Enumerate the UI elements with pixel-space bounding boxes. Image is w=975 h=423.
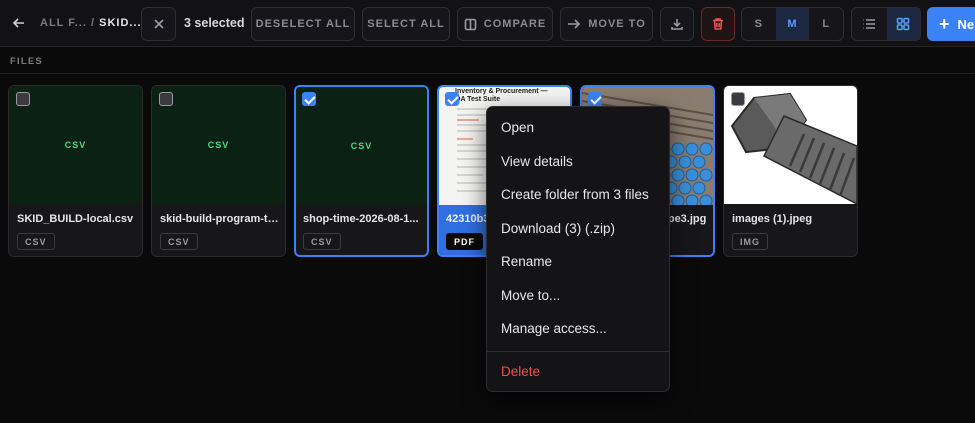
file-type-badge: CSV [17,233,55,250]
back-arrow-icon[interactable] [10,14,28,32]
thumbnail-size-group: S M L [741,7,844,41]
selected-count: 3 selected [184,16,245,30]
context-menu: Open View details Create folder from 3 f… [486,106,670,392]
plus-icon: + [939,14,950,34]
file-name: images (1).jpeg [732,213,813,225]
new-button-label: Ne [957,16,975,32]
move-to-button[interactable]: MOVE TO [560,7,653,41]
list-view-button[interactable] [852,8,887,40]
new-button[interactable]: + Ne [927,7,975,41]
list-icon [863,19,876,29]
menu-item-create-folder[interactable]: Create folder from 3 files [501,187,649,202]
close-icon [153,19,164,29]
size-large-button[interactable]: L [809,8,843,40]
file-card[interactable]: CSV skid-build-program-ta... CSV [151,85,286,257]
arrow-right-icon [568,19,581,29]
menu-item-view-details[interactable]: View details [501,154,573,169]
file-name: skid-build-program-ta... [160,213,280,225]
deselect-all-button[interactable]: DESELECT ALL [251,7,355,41]
select-checkbox[interactable] [445,92,459,106]
menu-item-delete[interactable]: Delete [501,364,540,379]
move-to-label: MOVE TO [588,18,646,30]
breadcrumb-current: SKID... [99,17,142,29]
breadcrumb-root[interactable]: ALL F... [40,17,87,29]
select-checkbox[interactable] [302,92,316,106]
clear-selection-button[interactable] [141,7,176,41]
breadcrumb-separator: / [90,17,96,29]
file-type-badge: CSV [160,233,198,250]
download-button[interactable] [660,7,694,41]
section-divider [0,73,975,74]
toolbar: ALL F... / SKID... 3 selected DESELECT A… [0,0,975,47]
files-section-label: FILES [10,56,43,67]
size-medium-button[interactable]: M [775,8,810,40]
grid-icon [896,17,910,31]
file-type-badge: IMG [732,233,768,250]
breadcrumb: ALL F... / SKID... [40,17,142,29]
menu-item-open[interactable]: Open [501,120,534,135]
select-checkbox[interactable] [731,92,745,106]
file-type-badge: PDF [446,233,483,250]
menu-item-move-to[interactable]: Move to... [501,288,560,303]
csv-thumbnail: CSV [296,87,427,205]
file-name: shop-time-2026-08-1... [303,213,419,225]
trash-icon [713,18,723,30]
download-icon [671,19,683,30]
select-checkbox[interactable] [159,92,173,106]
select-checkbox[interactable] [16,92,30,106]
file-type-badge: CSV [303,233,341,250]
file-card[interactable]: CSV SKID_BUILD-local.csv CSV [8,85,143,257]
menu-item-download-zip[interactable]: Download (3) (.zip) [501,221,615,236]
menu-separator [487,351,669,352]
view-mode-group [851,7,921,41]
file-name: SKID_BUILD-local.csv [17,213,134,225]
select-checkbox[interactable] [588,92,602,106]
columns-icon [464,18,477,30]
size-small-button[interactable]: S [742,8,776,40]
grid-view-button[interactable] [886,8,920,40]
file-card[interactable]: images (1).jpeg IMG [723,85,858,257]
select-all-button[interactable]: SELECT ALL [362,7,450,41]
compare-label: COMPARE [483,18,547,30]
compare-button[interactable]: COMPARE [457,7,553,41]
menu-item-rename[interactable]: Rename [501,254,552,269]
file-card[interactable]: CSV shop-time-2026-08-1... CSV [294,85,429,257]
menu-item-manage-access[interactable]: Manage access... [501,321,607,336]
delete-button[interactable] [701,7,735,41]
